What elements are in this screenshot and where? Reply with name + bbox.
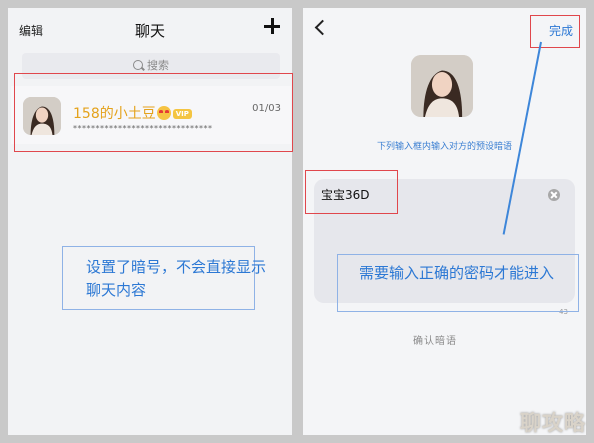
top-bar: 编辑 聊天 (8, 8, 292, 52)
annotation-text: 需要输入正确的密码才能进入 (359, 264, 555, 282)
annotation-line: 设置了暗号，不会直接显示 (86, 258, 267, 276)
confirm-button[interactable]: 确认暗语 (413, 332, 457, 347)
search-icon (133, 60, 143, 70)
page-title: 聊天 (134, 22, 165, 40)
passcode-hint: 下列输入框内输入对方的预设暗语 (376, 142, 512, 152)
back-icon[interactable] (314, 19, 331, 36)
plus-icon[interactable] (262, 16, 282, 36)
clear-icon[interactable] (548, 189, 560, 201)
annotation-text: 设置了暗号，不会直接显示 聊天内容 (86, 256, 266, 302)
input-highlight (305, 170, 398, 214)
chat-item-highlight (14, 73, 293, 152)
search-placeholder: 搜索 (147, 59, 169, 72)
watermark: 聊攻略 (520, 411, 586, 435)
avatar (411, 55, 473, 117)
done-highlight (530, 15, 580, 48)
annotation-line: 聊天内容 (86, 281, 147, 299)
passcode-screen: 完成 下列输入框内输入对方的预设暗语 宝宝36D 43 确认暗语 (303, 8, 586, 435)
